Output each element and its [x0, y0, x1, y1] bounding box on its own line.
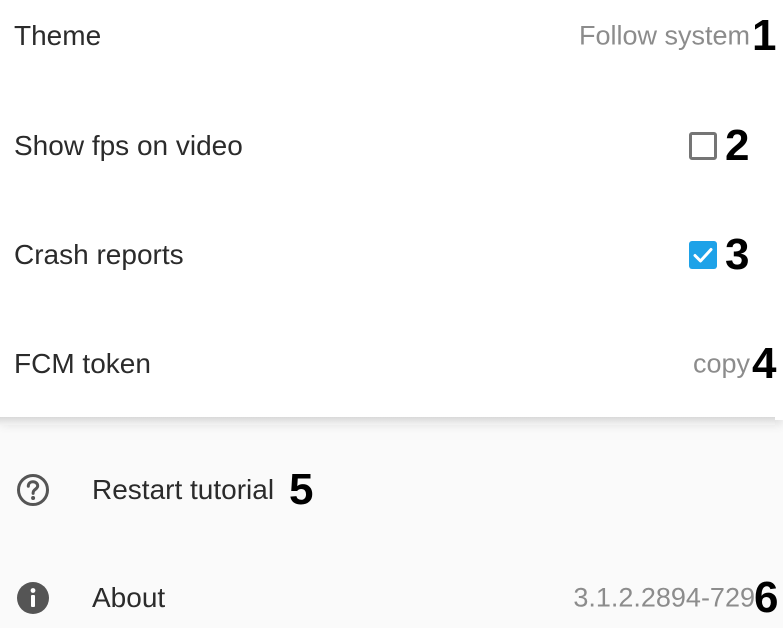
fps-label: Show fps on video [14, 130, 243, 161]
card-divider [0, 417, 775, 425]
help-circle-icon [17, 474, 49, 506]
fcm-token-label: FCM token [14, 348, 151, 379]
annotation-marker-5: 5 [289, 465, 314, 514]
crash-reports-label: Crash reports [14, 239, 184, 270]
annotation-marker-4: 4 [752, 339, 777, 388]
fps-checkbox[interactable] [689, 132, 717, 160]
theme-row[interactable]: Theme Follow system 1 [0, 6, 783, 66]
restart-tutorial-row[interactable]: Restart tutorial 5 [0, 460, 783, 520]
annotation-marker-2: 2 [725, 121, 750, 170]
annotation-marker-1: 1 [752, 11, 777, 60]
about-label: About [92, 582, 166, 613]
restart-tutorial-label: Restart tutorial [92, 474, 275, 505]
app-version: 3.1.2.2894-729 [573, 582, 755, 613]
checkmark-icon [693, 248, 713, 263]
annotation-marker-3: 3 [725, 230, 750, 279]
crash-reports-row[interactable]: Crash reports 3 [0, 225, 783, 285]
fps-row[interactable]: Show fps on video 2 [0, 116, 783, 176]
info-icon [17, 582, 49, 614]
fcm-copy-link[interactable]: copy [693, 349, 750, 380]
theme-value[interactable]: Follow system [579, 21, 750, 52]
theme-label: Theme [14, 20, 102, 51]
annotation-marker-6: 6 [754, 573, 779, 622]
crash-reports-checkbox[interactable] [689, 241, 717, 269]
fcm-token-row[interactable]: FCM token copy 4 [0, 334, 783, 394]
about-row[interactable]: About 3.1.2.2894-729 6 [0, 568, 783, 628]
